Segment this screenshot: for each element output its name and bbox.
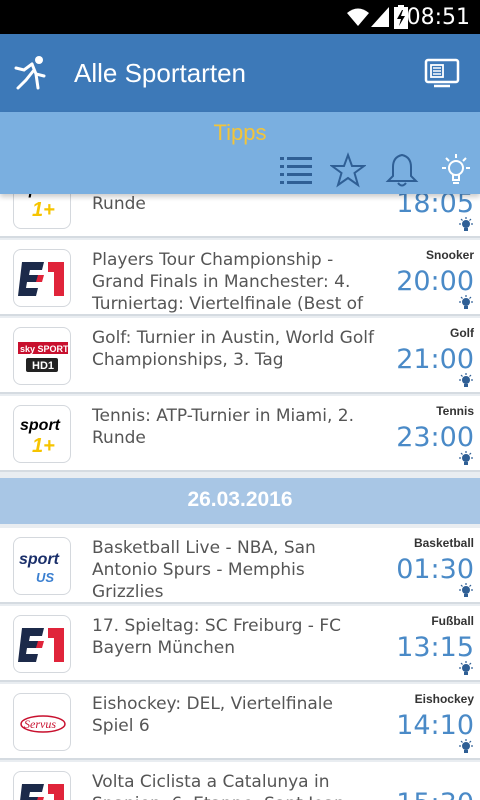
broadcast-row[interactable]: Volta Ciclista a Catalunya in Spanien, 6…	[0, 762, 480, 800]
tip-lightbulb-icon	[459, 739, 473, 753]
tip-lightbulb-icon	[459, 373, 473, 387]
logo-text: 1+	[32, 199, 55, 221]
broadcast-time: 23:00	[396, 422, 474, 453]
status-time: 08:51	[406, 5, 470, 30]
app-bar: Alle Sportarten	[0, 34, 480, 112]
broadcast-row[interactable]: sport US Basketball Live - NBA, San Anto…	[0, 528, 480, 604]
sport-label: Basketball	[413, 536, 474, 550]
lightbulb-icon[interactable]	[438, 152, 474, 188]
tip-lightbulb-icon	[459, 295, 473, 309]
sport-label: Fußball	[431, 614, 474, 628]
date-separator: 26.03.2016	[0, 478, 480, 524]
broadcast-time: 20:00	[396, 266, 474, 297]
broadcast-list[interactable]: sport 1+ Tennis: ATP-Turnier in Miami, 2…	[0, 164, 480, 800]
broadcast-time: 13:15	[396, 632, 474, 663]
date-label: 26.03.2016	[187, 488, 293, 511]
channel-logo-sport1us: sport US	[13, 537, 71, 595]
tv-guide-icon[interactable]	[424, 58, 460, 88]
channel-logo-eurosport1	[13, 615, 71, 673]
star-icon[interactable]	[330, 152, 366, 188]
broadcast-title: Tennis: ATP-Turnier in Miami, 2. Runde	[92, 406, 354, 448]
broadcast-time: 14:10	[396, 710, 474, 741]
tip-lightbulb-icon	[459, 217, 473, 231]
broadcast-title: Basketball Live - NBA, San Antonio Spurs…	[92, 538, 316, 602]
logo-text: sport	[19, 551, 60, 568]
broadcast-row[interactable]: Servus Eishockey: DEL, Viertelfinale Spi…	[0, 684, 480, 760]
channel-logo-servus: Servus	[13, 693, 71, 751]
broadcast-title: 17. Spieltag: SC Freiburg - FC Bayern Mü…	[92, 616, 341, 658]
logo-text: sky SPORT	[20, 344, 69, 354]
logo-text: HD1	[32, 360, 54, 372]
filter-tabs-bar: Tipps	[0, 112, 480, 194]
broadcast-title: Golf: Turnier in Austin, World Golf Cham…	[92, 328, 374, 370]
broadcast-time: 01:30	[396, 554, 474, 585]
broadcast-time: 21:00	[396, 344, 474, 375]
signal-icon	[371, 7, 389, 27]
channel-logo-skysport-hd1: sky SPORT HD1	[13, 327, 71, 385]
broadcast-row[interactable]: Players Tour Championship - Grand Finals…	[0, 240, 480, 336]
logo-text: US	[36, 570, 54, 585]
channel-logo-eurosport1	[13, 249, 71, 307]
sport-label: Tennis	[436, 404, 474, 418]
broadcast-row[interactable]: sport 1+ Tennis: ATP-Turnier in Miami, 2…	[0, 396, 480, 472]
tip-lightbulb-icon	[459, 661, 473, 675]
wifi-icon	[347, 8, 369, 26]
channel-logo-eurosport1	[13, 771, 71, 800]
broadcast-time: 15:30	[396, 788, 474, 800]
logo-text: sport	[20, 417, 61, 434]
logo-text: Servus	[24, 717, 56, 731]
channel-logo-sport1plus: sport 1+	[13, 405, 71, 463]
broadcast-row[interactable]: sky SPORT HD1 Golf: Turnier in Austin, W…	[0, 318, 480, 394]
broadcast-title: Volta Ciclista a Catalunya in Spanien, 6…	[92, 772, 345, 800]
tip-lightbulb-icon	[459, 583, 473, 597]
status-bar: 08:51	[0, 0, 480, 34]
list-icon[interactable]	[278, 152, 314, 188]
sport-label: Snooker	[425, 248, 474, 262]
app-title: Alle Sportarten	[74, 58, 246, 88]
bell-icon[interactable]	[384, 152, 420, 188]
logo-text: 1+	[32, 435, 55, 457]
app-logo-kicker-icon[interactable]	[12, 54, 50, 92]
broadcast-title: Eishockey: DEL, Viertelfinale Spiel 6	[92, 694, 333, 736]
sport-label: Eishockey	[414, 692, 474, 706]
current-tab-title: Tipps	[213, 120, 267, 145]
broadcast-row[interactable]: 17. Spieltag: SC Freiburg - FC Bayern Mü…	[0, 606, 480, 682]
sport-label: Golf	[450, 326, 474, 340]
tip-lightbulb-icon	[459, 451, 473, 465]
